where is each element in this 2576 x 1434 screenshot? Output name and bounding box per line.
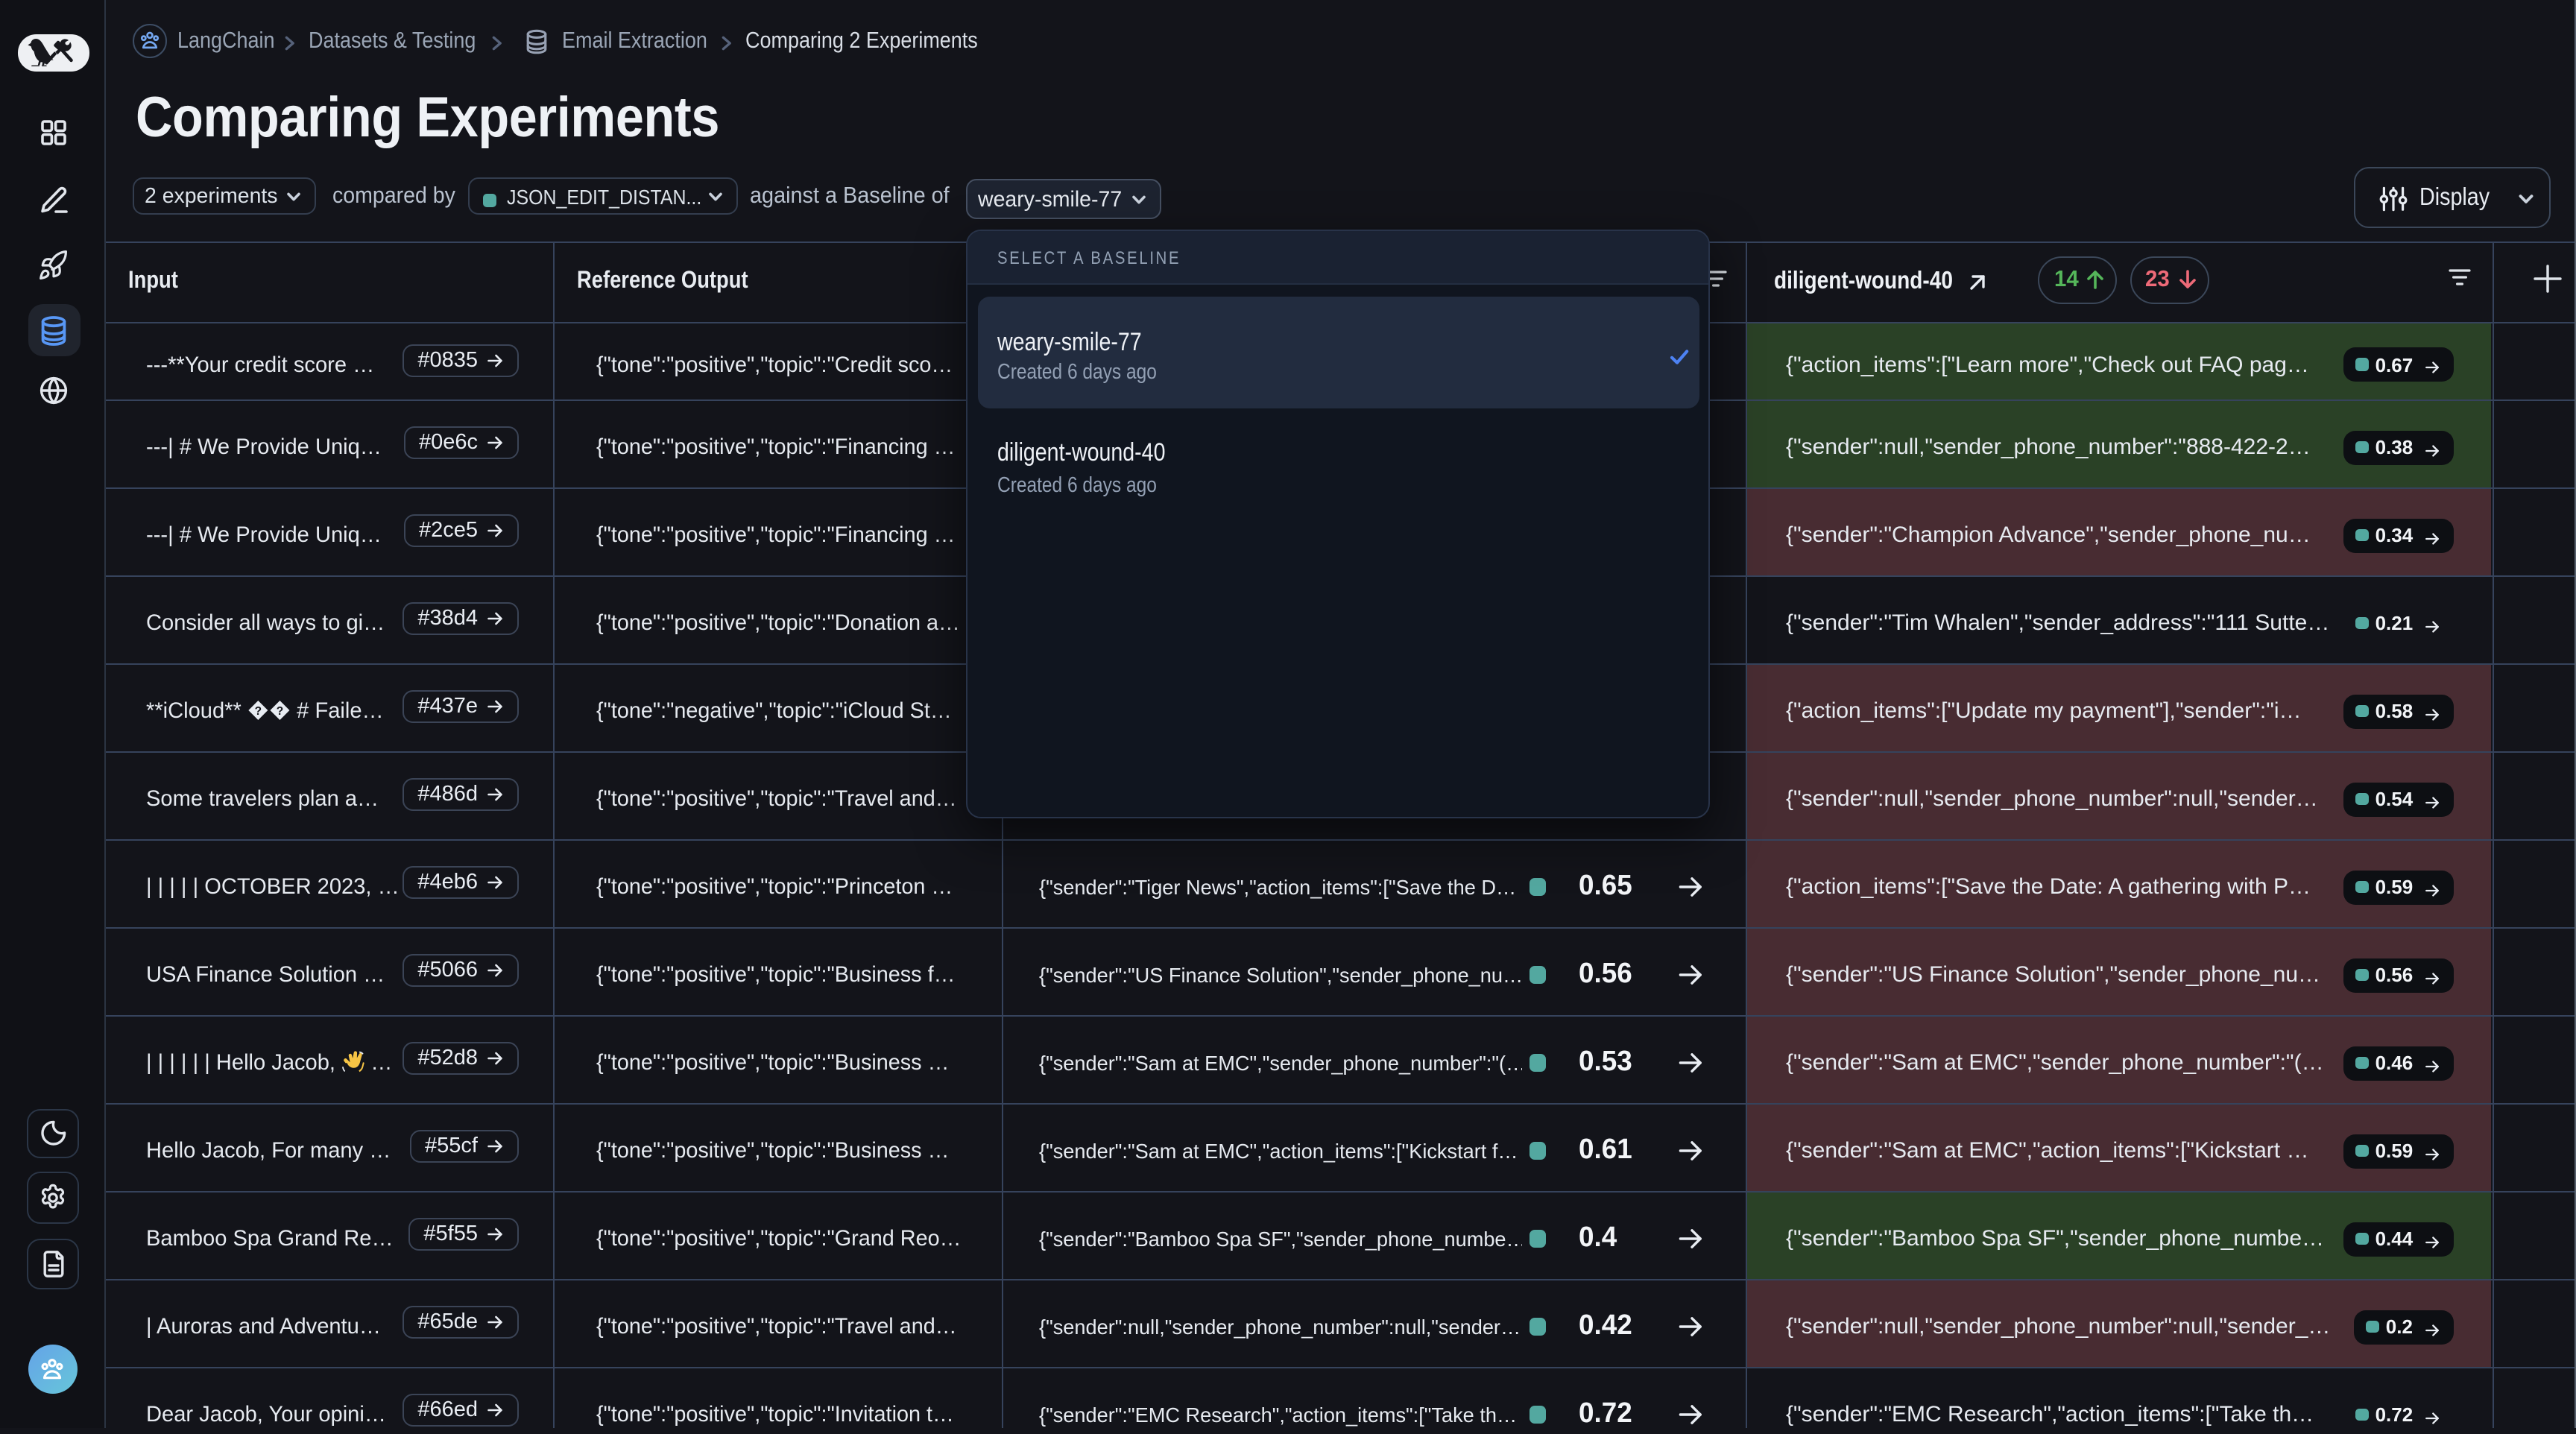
svg-text:?: ?	[276, 705, 282, 718]
svg-text:?: ?	[254, 705, 261, 718]
